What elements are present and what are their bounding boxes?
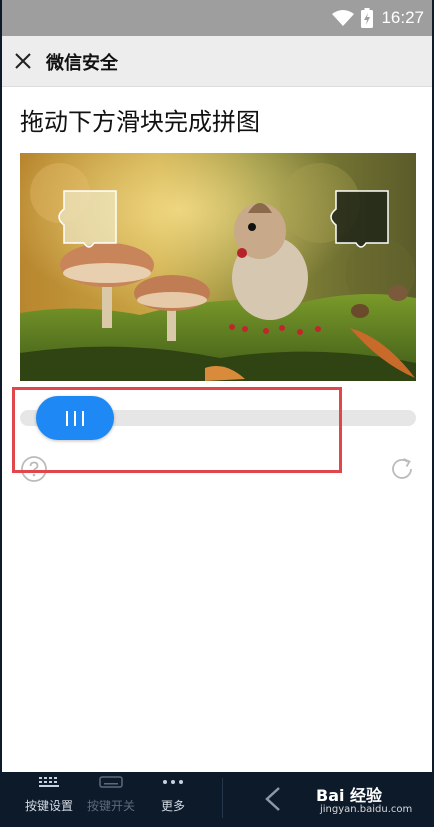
back-icon[interactable] [264,786,282,812]
captcha-instruction: 拖动下方滑块完成拼图 [20,108,260,136]
phone-screen: 16:27 微信安全 拖动下方滑块完成拼图 [2,0,432,772]
nav-label-key-settings: 按键设置 [24,799,73,813]
close-icon[interactable] [12,50,34,72]
battery-charging-icon [361,8,373,28]
slider-highlight-box [12,387,342,473]
wifi-icon [332,10,354,26]
more-dots-icon [163,780,183,784]
refresh-icon[interactable] [388,455,416,483]
page-title: 微信安全 [46,53,118,74]
nav-label-more: 更多 [160,799,185,813]
puzzle-image [20,153,416,381]
keypad-icon [39,777,59,787]
watermark-url: jingyan.baidu.com [320,804,413,815]
keyboard-toggle-icon [99,776,123,788]
status-time: 16:27 [381,8,424,27]
nav-label-key-toggle: 按键开关 [86,799,135,813]
nav-item-key-settings[interactable]: 按键设置 [19,776,79,814]
nav-item-more[interactable]: 更多 [143,776,203,814]
title-bar: 微信安全 [2,36,432,87]
watermark-brand: Bai 经验 [316,786,383,805]
status-bar: 16:27 [2,0,432,36]
nav-divider [222,778,223,818]
nav-item-key-toggle[interactable]: 按键开关 [81,776,141,814]
